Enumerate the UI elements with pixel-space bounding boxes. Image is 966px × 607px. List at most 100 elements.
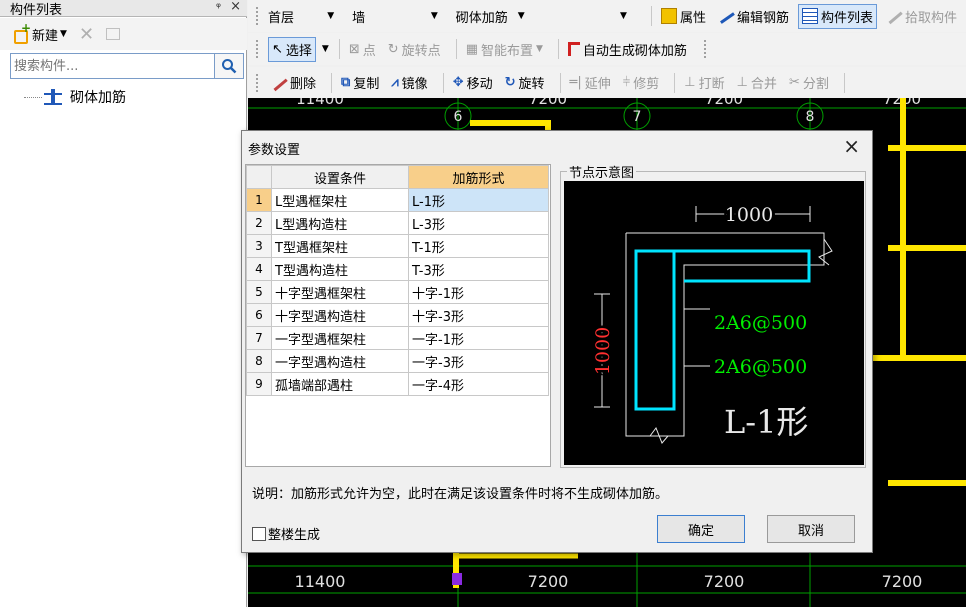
rotate-point-button[interactable]: ↻ 旋转点	[385, 38, 444, 61]
table-row[interactable]: 7 一字型遇框架柱 一字-1形	[246, 326, 549, 350]
table-row[interactable]: 3 T型遇框架柱 T-1形	[246, 234, 549, 258]
trim-button[interactable]: ⫩ 修剪	[620, 71, 662, 94]
list-icon	[801, 8, 818, 24]
copy-button[interactable]: ⧉ 复制	[338, 71, 382, 94]
checkbox-box[interactable]	[252, 526, 266, 541]
select-button[interactable]: ↖ 选择	[268, 36, 316, 62]
extend-icon: ═|	[569, 75, 582, 90]
row-form[interactable]: 十字-1形	[408, 280, 549, 304]
separator	[674, 72, 676, 93]
whole-building-checkbox[interactable]: 整楼生成	[252, 524, 320, 543]
table-row[interactable]: 5 十字型遇框架柱 十字-1形	[246, 280, 549, 304]
row-index: 1	[246, 188, 272, 212]
row-form[interactable]: 十字-3形	[408, 303, 549, 327]
table-row[interactable]: 2 L型遇构造柱 L-3形	[246, 211, 549, 235]
cancel-button[interactable]: 取消	[767, 515, 855, 543]
merge-button[interactable]: ⊥ 合并	[734, 71, 780, 94]
pin-icon[interactable]: ᵠ	[216, 0, 221, 14]
table-header: 设置条件 加筋形式	[246, 165, 549, 189]
new-button[interactable]: 新建 ▼	[12, 21, 67, 44]
merge-label: 合并	[750, 77, 777, 92]
chevron-down-icon[interactable]: ▼	[60, 29, 67, 39]
component-list-button[interactable]: 构件列表	[797, 3, 877, 29]
move-label: 移动	[466, 77, 493, 92]
header-form[interactable]: 加筋形式	[408, 165, 549, 189]
close-icon[interactable]: ×	[843, 134, 860, 158]
ok-button[interactable]: 确定	[657, 515, 745, 543]
break-button[interactable]: ⊥ 打断	[681, 71, 727, 94]
separator	[559, 72, 561, 93]
toolbar-grip[interactable]	[703, 40, 708, 58]
auto-generate-button[interactable]: 自动生成砌体加筋	[565, 38, 690, 61]
dim-bottom: 7200	[528, 572, 569, 591]
component-list-label: 构件列表	[820, 10, 873, 26]
row-condition: T型遇框架柱	[271, 234, 409, 258]
edit-rebar-button[interactable]: 编辑钢筋	[715, 5, 792, 28]
dialog-title: 参数设置	[248, 143, 301, 158]
subtype-value: 砌体加筋	[455, 10, 508, 26]
row-index: 8	[246, 349, 272, 373]
point-button[interactable]: ⊠ 点	[346, 38, 379, 61]
split-button[interactable]: ✂ 分割	[786, 71, 832, 94]
subtype-dropdown[interactable]: 砌体加筋 ▼ ▼	[456, 7, 627, 26]
row-condition: T型遇构造柱	[271, 257, 409, 281]
properties-label: 属性	[679, 10, 706, 26]
break-label: 打断	[698, 77, 725, 92]
axis-label-7: 7	[633, 109, 642, 125]
floor-dropdown[interactable]: 首层 ▼	[268, 7, 334, 26]
rebar-label-2: 2A6@500	[714, 356, 807, 378]
chevron-down-icon: ▼	[517, 11, 525, 21]
close-icon[interactable]: ×	[230, 0, 241, 14]
copy-icon[interactable]	[106, 28, 121, 40]
row-form[interactable]: 一字-3形	[408, 349, 549, 373]
row-form[interactable]: T-1形	[408, 234, 549, 258]
break-symbol	[818, 238, 833, 266]
settings-grid: 设置条件 加筋形式 1 L型遇框架柱 L-1形 2 L型遇构造柱 L-3形 3 T型遇框架柱 T…	[246, 165, 549, 396]
type-dropdown[interactable]: 墙 ▼	[352, 7, 438, 26]
row-form[interactable]: 一字-4形	[408, 372, 549, 396]
chevron-down-icon: ▼	[536, 44, 543, 54]
row-form[interactable]: 一字-1形	[408, 326, 549, 350]
split-icon: ✂	[788, 75, 800, 90]
properties-button[interactable]: 属性	[658, 5, 709, 28]
new-label: 新建	[32, 28, 59, 44]
table-row[interactable]: 9 孤墙端部遇柱 一字-4形	[246, 372, 549, 396]
extend-button[interactable]: ═| 延伸	[567, 71, 614, 94]
rotate-button[interactable]: ↻ 旋转	[502, 71, 548, 94]
chevron-down-icon[interactable]: ▼	[322, 44, 329, 54]
rotate-label: 旋转	[518, 77, 545, 92]
toolbar-grip[interactable]	[256, 7, 260, 25]
type-value: 墙	[352, 10, 366, 26]
move-button[interactable]: ✥ 移动	[450, 71, 496, 94]
smart-layout-button[interactable]: ▦ 智能布置 ▼	[463, 38, 546, 61]
mirror-button[interactable]: ⩘ 镜像	[388, 71, 430, 94]
axis-label-6: 6	[454, 109, 463, 125]
toolbar-draw: ↖ 选择 ▼ ⊠ 点 ↻ 旋转点 ▦ 智能布置 ▼ 自动生成砌体加筋	[248, 33, 966, 65]
row-form[interactable]: L-3形	[408, 211, 549, 235]
node-diagram-canvas: 1000 2A6@500 2A6@500 1000 L-1形	[564, 181, 864, 465]
delete-button[interactable]: 删除	[268, 71, 319, 94]
table-row[interactable]: 8 一字型遇构造柱 一字-3形	[246, 349, 549, 373]
pick-component-label: 拾取构件	[904, 10, 957, 26]
dim-top: 11400	[296, 98, 344, 108]
pick-component-button[interactable]: 拾取构件	[883, 5, 960, 28]
search-button[interactable]	[215, 53, 244, 79]
app-window: 构件列表 ᵠ × 新建 ▼ ✕ 砌体加筋	[0, 0, 966, 607]
row-condition: 一字型遇框架柱	[271, 326, 409, 350]
search-input[interactable]	[10, 53, 215, 79]
toolbar-grip[interactable]	[256, 73, 260, 92]
tree-item-masonry-rebar[interactable]: 砌体加筋	[24, 87, 126, 107]
toolbar-grip[interactable]	[256, 40, 260, 58]
table-row[interactable]: 6 十字型遇构造柱 十字-3形	[246, 303, 549, 327]
dim-top: 7200	[705, 98, 743, 108]
row-form[interactable]: T-3形	[408, 257, 549, 281]
cursor-icon: ↖	[272, 41, 283, 57]
table-row[interactable]: 1 L型遇框架柱 L-1形	[246, 188, 549, 212]
row-index: 5	[246, 280, 272, 304]
table-row[interactable]: 4 T型遇构造柱 T-3形	[246, 257, 549, 281]
panel-title: 构件列表	[10, 2, 63, 18]
auto-generate-icon	[567, 42, 580, 56]
row-form[interactable]: L-1形	[408, 188, 549, 212]
delete-icon[interactable]: ✕	[79, 24, 94, 45]
separator	[338, 39, 340, 59]
